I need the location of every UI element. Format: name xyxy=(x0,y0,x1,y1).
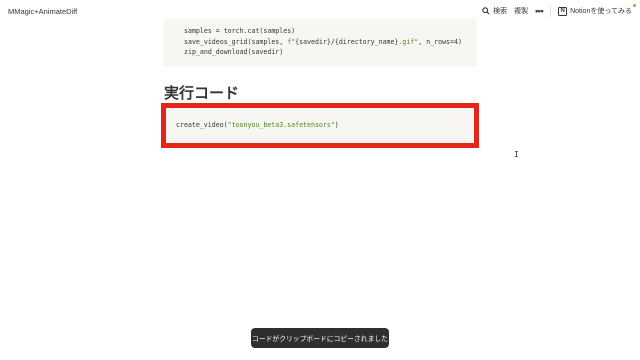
highlight-box xyxy=(161,103,479,148)
search-button[interactable]: 検索 xyxy=(482,6,507,16)
more-options-button[interactable]: ••• xyxy=(535,5,544,16)
try-notion-button[interactable]: N Notionを使ってみる xyxy=(558,6,632,16)
code-block-previous[interactable]: samples = torch.cat(samples) save_videos_… xyxy=(163,19,477,67)
section-heading: 実行コード xyxy=(164,85,240,102)
notification-dot xyxy=(633,4,636,7)
duplicate-button[interactable]: 複製 xyxy=(514,6,528,16)
toast-message: コードがクリップボードにコピーされました xyxy=(252,336,388,343)
code-line: zip_and_download(savedir) xyxy=(184,48,284,56)
notion-logo-icon: N xyxy=(558,6,568,16)
copy-toast: コードがクリップボードにコピーされました xyxy=(251,328,389,348)
topbar-actions: 検索 複製 ••• N Notionを使ってみる xyxy=(482,5,632,17)
try-notion-label: Notionを使ってみる xyxy=(570,8,632,15)
code-line: samples = torch.cat(samples) xyxy=(184,27,296,35)
text-cursor-icon: I xyxy=(514,150,519,159)
code-line: save_videos_grid(samples, f"{savedir}/{d… xyxy=(184,37,462,46)
more-icon: ••• xyxy=(535,5,544,16)
duplicate-label: 複製 xyxy=(514,8,529,15)
search-label: 検索 xyxy=(493,8,508,15)
divider xyxy=(550,5,552,17)
search-icon xyxy=(482,7,490,15)
page-title[interactable]: MMagic+AnimateDiff xyxy=(8,7,77,16)
